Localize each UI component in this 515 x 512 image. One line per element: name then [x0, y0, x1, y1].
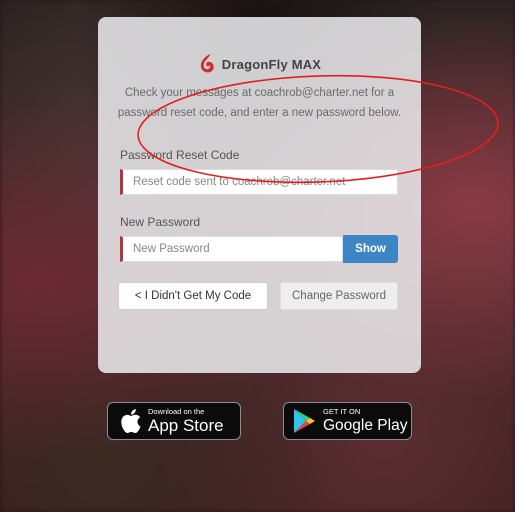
instructions-text: Check your messages at coachrob@charter.…: [117, 87, 402, 119]
app-store-small-text: Download on the: [148, 407, 205, 416]
google-play-icon: [294, 409, 315, 433]
apple-icon: [121, 409, 141, 434]
reset-code-label: Password Reset Code: [120, 148, 240, 162]
dragonfly-logo-icon: [200, 54, 214, 73]
google-play-big-text: Google Play: [323, 417, 408, 434]
change-password-button[interactable]: Change Password: [280, 282, 398, 310]
app-store-big-text: App Store: [148, 416, 224, 435]
show-password-button[interactable]: Show: [343, 235, 398, 263]
brand-header: DragonFly MAX: [98, 51, 421, 77]
didnt-get-code-button[interactable]: < I Didn't Get My Code: [118, 282, 268, 310]
new-password-label: New Password: [120, 215, 201, 229]
reset-code-input[interactable]: [120, 169, 398, 195]
app-store-badge[interactable]: Download on the App Store: [107, 402, 241, 440]
new-password-input[interactable]: [120, 236, 343, 262]
brand-name: DragonFly MAX: [221, 56, 322, 72]
google-play-small-text: GET IT ON: [323, 407, 361, 416]
login-card: DragonFly MAX Check your messages at coa…: [98, 17, 421, 373]
google-play-badge[interactable]: GET IT ON Google Play: [283, 402, 412, 440]
